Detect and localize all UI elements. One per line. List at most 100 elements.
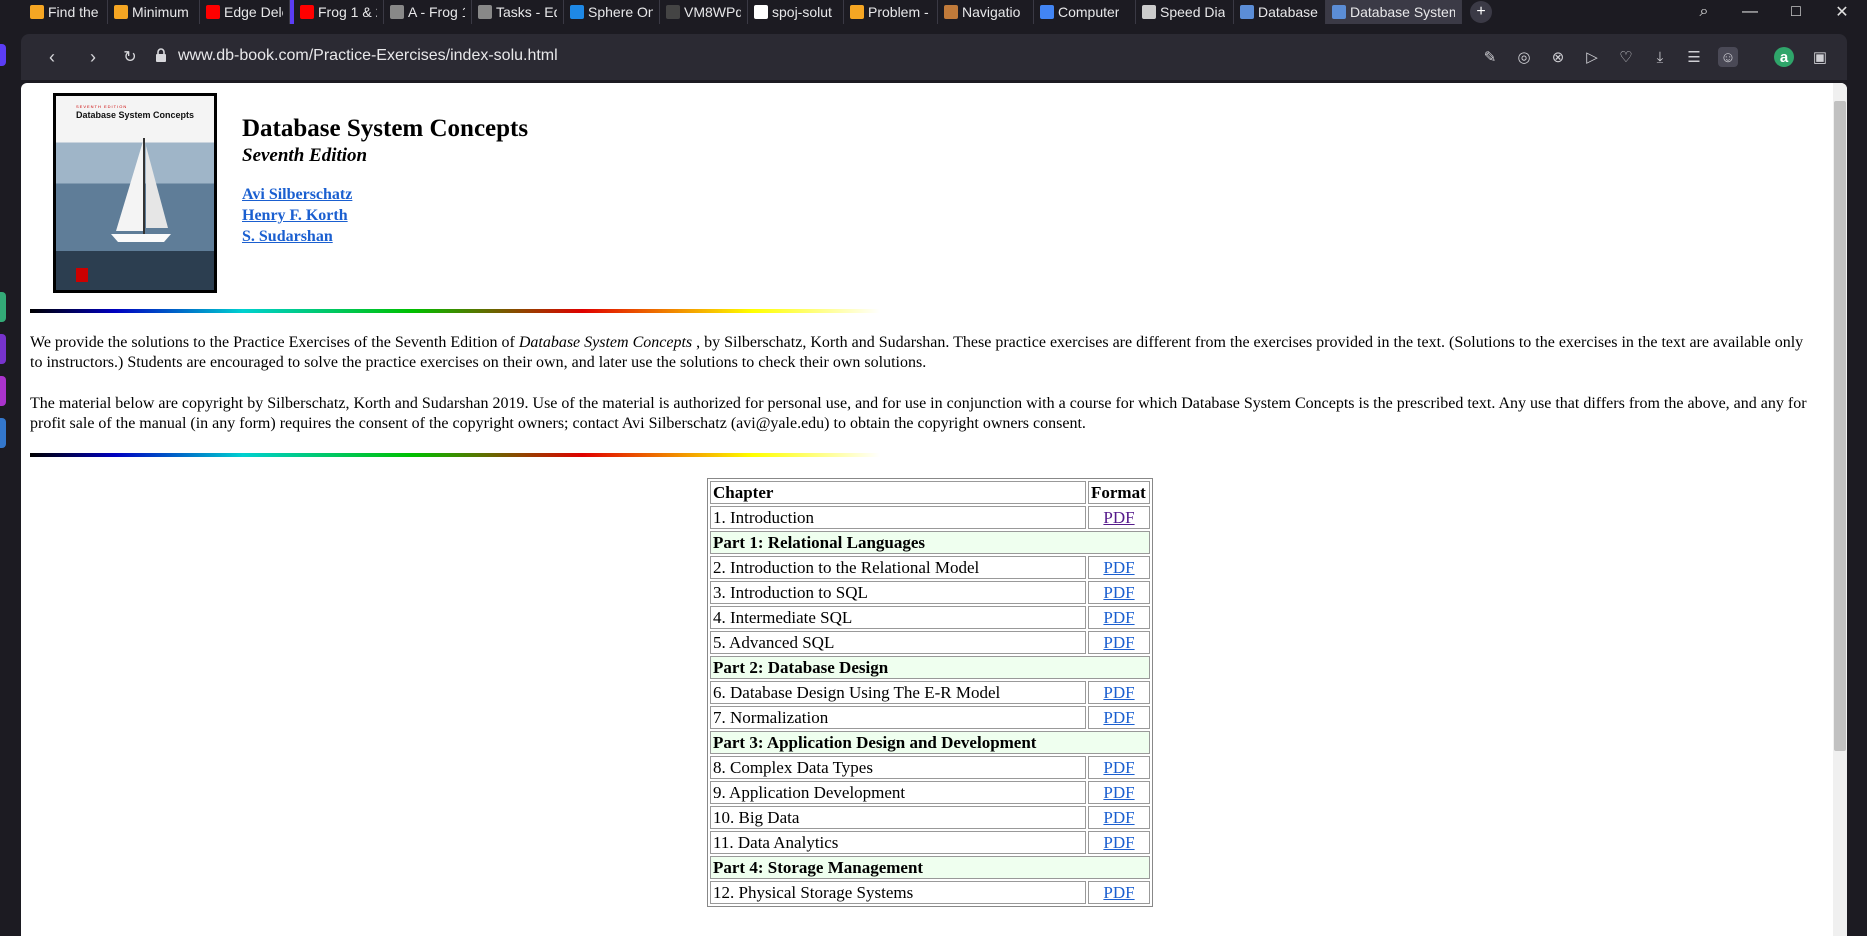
browser-tab[interactable]: Navigatio xyxy=(938,0,1034,24)
tab-label: Minimum xyxy=(132,4,189,20)
chapters-table: Chapter Format 1. Introduction PDF Part 1:… xyxy=(707,478,1153,907)
browser-tab[interactable]: Speed Dia xyxy=(1136,0,1234,24)
table-row: 8. Complex Data Types PDF xyxy=(710,756,1150,779)
pdf-link[interactable]: PDF xyxy=(1103,683,1134,702)
tab-label: Frog 1 & 2 xyxy=(318,4,377,20)
rainbow-divider xyxy=(30,309,880,313)
pdf-link[interactable]: PDF xyxy=(1103,808,1134,827)
atcoder-icon xyxy=(390,5,404,19)
chapter-name: 3. Introduction to SQL xyxy=(710,581,1086,604)
table-row: 4. Intermediate SQL PDF xyxy=(710,606,1150,629)
format-cell: PDF xyxy=(1088,756,1150,779)
table-row: 1. Introduction PDF xyxy=(710,506,1150,529)
format-cell: PDF xyxy=(1088,781,1150,804)
ide-icon xyxy=(666,5,680,19)
author-link[interactable]: Henry F. Korth xyxy=(242,207,348,225)
url-field[interactable]: www.db-book.com/Practice-Exercises/index… xyxy=(178,47,558,65)
table-row: 9. Application Development PDF xyxy=(710,781,1150,804)
browser-tab[interactable]: A - Frog 1 xyxy=(384,0,472,24)
browser-tab[interactable]: Database xyxy=(1234,0,1326,24)
format-cell: PDF xyxy=(1088,706,1150,729)
db-book-icon xyxy=(1332,5,1346,19)
browser-tab[interactable]: Find the D xyxy=(24,0,108,24)
pdf-link[interactable]: PDF xyxy=(1103,608,1134,627)
pdf-link[interactable]: PDF xyxy=(1103,758,1134,777)
author-link[interactable]: S. Sudarshan xyxy=(242,228,333,246)
play-icon[interactable]: ▷ xyxy=(1582,47,1602,67)
browser-tab[interactable]: Minimum xyxy=(108,0,200,24)
pdf-link[interactable]: PDF xyxy=(1103,783,1134,802)
camera-icon[interactable]: ◎ xyxy=(1514,47,1534,67)
atcoder-icon xyxy=(478,5,492,19)
search-tabs-icon[interactable]: ⌕ xyxy=(1684,0,1724,24)
page-subtitle: Seventh Edition xyxy=(242,145,368,166)
back-button[interactable]: ‹ xyxy=(40,45,64,69)
browser-tab[interactable]: Computer xyxy=(1034,0,1136,24)
google-icon xyxy=(1040,5,1054,19)
close-window-button[interactable]: ✕ xyxy=(1822,0,1862,24)
db-book-icon xyxy=(1240,5,1254,19)
browser-tab[interactable]: Edge Dele xyxy=(200,0,290,24)
settings-sliders-icon[interactable]: ☰ xyxy=(1684,47,1704,67)
download-icon[interactable]: ⤓ xyxy=(1650,47,1670,67)
profile-icon[interactable]: ☺ xyxy=(1718,47,1738,67)
format-cell: PDF xyxy=(1088,631,1150,654)
cover-edition: SEVENTH EDITION xyxy=(76,104,128,109)
pdf-link[interactable]: PDF xyxy=(1103,558,1134,577)
table-row: 11. Data Analytics PDF xyxy=(710,831,1150,854)
part-heading: Part 4: Storage Management xyxy=(710,856,1150,879)
browser-tab[interactable]: spoj-solut xyxy=(748,0,844,24)
new-tab-button[interactable]: + xyxy=(1470,1,1492,23)
edit-icon[interactable]: ✎ xyxy=(1480,47,1500,67)
pdf-link[interactable]: PDF xyxy=(1103,633,1134,652)
chapter-name: 10. Big Data xyxy=(710,806,1086,829)
format-cell: PDF xyxy=(1088,581,1150,604)
extension-a-icon[interactable]: a xyxy=(1774,47,1794,67)
page-viewport: SEVENTH EDITION Database System Concepts… xyxy=(21,83,1847,936)
sidebar-panel-icon[interactable] xyxy=(0,292,6,322)
part-heading: Part 1: Relational Languages xyxy=(710,531,1150,554)
browser-tab[interactable]: VM8WPd xyxy=(660,0,748,24)
browser-tab[interactable]: Sphere On xyxy=(564,0,660,24)
youtube-icon xyxy=(300,5,314,19)
sidebar-panel-icon[interactable] xyxy=(0,418,6,448)
extensions-cube-icon[interactable]: ▣ xyxy=(1810,47,1830,67)
browser-tab[interactable]: Frog 1 & 2 xyxy=(290,0,384,24)
chapter-name: 5. Advanced SQL xyxy=(710,631,1086,654)
publisher-logo-icon xyxy=(76,268,88,282)
scrollbar-thumb[interactable] xyxy=(1834,101,1846,751)
format-cell: PDF xyxy=(1088,881,1150,904)
part-row: Part 2: Database Design xyxy=(710,656,1150,679)
table-row: 10. Big Data PDF xyxy=(710,806,1150,829)
chapter-name: 1. Introduction xyxy=(710,506,1086,529)
codeforces-icon xyxy=(114,5,128,19)
table-header-row: Chapter Format xyxy=(710,481,1150,504)
browser-tab[interactable]: Tasks - Edu xyxy=(472,0,564,24)
author-link[interactable]: Avi Silberschatz xyxy=(242,186,352,204)
tab-strip: Find the D Minimum Edge Dele Frog 1 & 2 A - … xyxy=(0,0,1867,24)
sidebar-panel-icon[interactable] xyxy=(0,334,6,364)
browser-tab[interactable]: Database System xyxy=(1326,0,1462,24)
reload-button[interactable]: ↻ xyxy=(118,45,142,69)
block-icon[interactable]: ⊗ xyxy=(1548,47,1568,67)
tab-label: Find the D xyxy=(48,4,101,20)
bar-chart-icon xyxy=(850,5,864,19)
pdf-link[interactable]: PDF xyxy=(1103,708,1134,727)
minimize-button[interactable]: — xyxy=(1730,0,1770,24)
vertical-scrollbar[interactable] xyxy=(1833,83,1847,936)
maximize-button[interactable]: □ xyxy=(1776,0,1816,24)
heart-icon[interactable]: ♡ xyxy=(1616,47,1636,67)
book-title-emphasis: Database System Concepts xyxy=(518,334,693,351)
pdf-link[interactable]: PDF xyxy=(1103,883,1134,902)
pdf-link[interactable]: PDF xyxy=(1103,508,1134,527)
column-header-chapter: Chapter xyxy=(710,481,1086,504)
page-title: Database System Concepts xyxy=(242,115,529,142)
pdf-link[interactable]: PDF xyxy=(1103,583,1134,602)
format-cell: PDF xyxy=(1088,506,1150,529)
browser-tab[interactable]: Problem - xyxy=(844,0,938,24)
forward-button[interactable]: › xyxy=(81,45,105,69)
sidebar-panel-icon[interactable] xyxy=(0,376,6,406)
format-cell: PDF xyxy=(1088,806,1150,829)
tab-label: Sphere On xyxy=(588,4,653,20)
pdf-link[interactable]: PDF xyxy=(1103,833,1134,852)
